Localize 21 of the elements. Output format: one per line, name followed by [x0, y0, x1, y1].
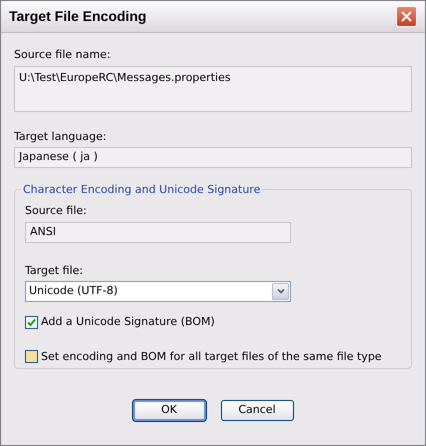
field-label: Target language:	[14, 128, 108, 144]
chevron-down-icon	[276, 289, 284, 294]
target-language-field: Japanese ( ja )	[14, 147, 412, 168]
group-title: Character Encoding and Unicode Signature	[21, 182, 262, 198]
checkbox[interactable]	[25, 316, 38, 329]
field-label: Target file:	[25, 262, 84, 278]
dialog-button[interactable]: Cancel	[220, 400, 294, 421]
close-icon	[401, 11, 412, 22]
source-file-name-field: U:\Test\EuropeRC\Messages.properties	[14, 66, 412, 112]
dialog-button[interactable]: OK	[132, 400, 206, 421]
close-button[interactable]	[396, 6, 417, 27]
source-file-field: ANSI	[25, 222, 291, 242]
dropdown-value: Unicode (UTF-8)	[29, 283, 118, 300]
checkbox-label[interactable]: Add a Unicode Signature (BOM)	[41, 314, 215, 330]
target-file-dropdown[interactable]: Unicode (UTF-8)	[25, 281, 291, 302]
field-label: Source file name:	[14, 47, 112, 63]
dropdown-button[interactable]	[272, 283, 289, 300]
window-title: Target File Encoding	[9, 7, 146, 26]
checkbox[interactable]	[25, 350, 38, 364]
field-label: Source file:	[25, 203, 88, 219]
checkbox-label[interactable]: Set encoding and BOM for all target files of the same file type	[41, 348, 382, 365]
